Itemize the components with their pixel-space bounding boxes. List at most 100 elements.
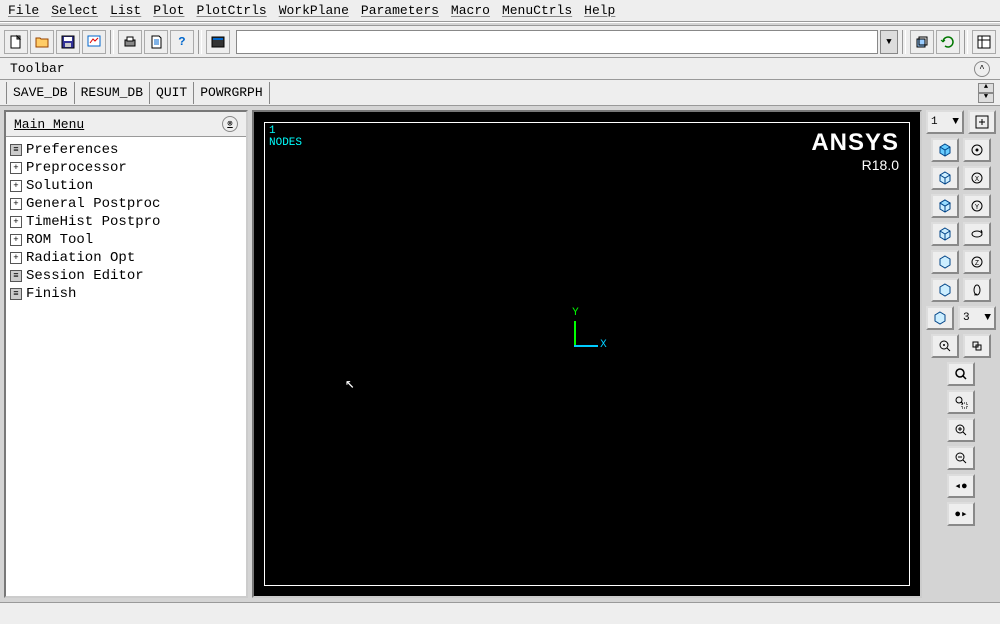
main-menu-panel: Main Menu ⊗ ≡Preferences +Preprocessor +… [4, 110, 248, 598]
tree-preprocessor[interactable]: +Preprocessor [8, 159, 244, 177]
tree-label: ROM Tool [26, 232, 93, 248]
rate-toggle-button[interactable] [963, 334, 991, 358]
view-toolbar: 1▼ X Y Z 3▼ [926, 110, 996, 598]
front-view-button[interactable] [931, 166, 959, 190]
active-window-select[interactable]: 1▼ [926, 110, 964, 134]
main-menu-header: Main Menu ⊗ [6, 112, 246, 137]
main-menu-tree: ≡Preferences +Preprocessor +Solution +Ge… [6, 137, 246, 596]
menu-menuctrls[interactable]: MenuCtrls [502, 3, 572, 18]
toolbar-scroll[interactable]: ▲▼ [978, 83, 994, 103]
print-button[interactable] [118, 30, 142, 54]
graphics-inner: 1 NODES ANSYS R18.0 Y X ↖ [264, 122, 910, 586]
reset-picking-button[interactable] [936, 30, 960, 54]
powrgrph-button[interactable]: POWRGRPH [194, 82, 269, 104]
main-menu-title: Main Menu [14, 117, 84, 132]
leaf-icon: ≡ [10, 288, 22, 300]
menu-parameters[interactable]: Parameters [361, 3, 439, 18]
tree-label: TimeHist Postpro [26, 214, 160, 230]
open-button[interactable] [30, 30, 54, 54]
raise-hidden-button[interactable] [910, 30, 934, 54]
quit-button[interactable]: QUIT [150, 82, 194, 104]
menu-help[interactable]: Help [584, 3, 615, 18]
rotate-y-button[interactable]: Y [963, 194, 991, 218]
window-select-value: 1 [931, 116, 938, 128]
menu-plot[interactable]: Plot [153, 3, 184, 18]
fit-view-button[interactable] [968, 110, 996, 134]
tree-session-editor[interactable]: ≡ Session Editor [8, 267, 244, 285]
content-area: Main Menu ⊗ ≡Preferences +Preprocessor +… [0, 106, 1000, 602]
iso-view-button[interactable] [931, 138, 959, 162]
chevron-down-icon: ▼ [952, 116, 959, 128]
top-view-button[interactable] [931, 222, 959, 246]
toolbar-label: Toolbar [10, 61, 65, 76]
menu-workplane[interactable]: WorkPlane [279, 3, 349, 18]
y-axis-label: Y [572, 307, 579, 319]
rotate-neg-z-button[interactable] [963, 278, 991, 302]
expand-icon: + [10, 216, 22, 228]
command-input[interactable] [236, 30, 878, 54]
pan-left-button[interactable]: ◂● [947, 474, 975, 498]
tree-solution[interactable]: +Solution [8, 177, 244, 195]
chevron-down-icon: ▼ [984, 312, 991, 324]
tree-finish[interactable]: ≡Finish [8, 285, 244, 303]
tree-preferences[interactable]: ≡Preferences [8, 141, 244, 159]
tree-label: General Postproc [26, 196, 160, 212]
left-view-button[interactable] [931, 278, 959, 302]
expand-icon: + [10, 234, 22, 246]
expand-icon: + [10, 180, 22, 192]
tree-label: Session Editor [26, 268, 144, 284]
back-view-button[interactable] [931, 250, 959, 274]
new-button[interactable] [4, 30, 28, 54]
tree-rom-tool[interactable]: + ROM Tool [8, 231, 244, 249]
pan-right-button[interactable]: ●▸ [947, 502, 975, 526]
resumdb-button[interactable]: RESUM_DB [75, 82, 150, 104]
tree-radiation-opt[interactable]: + Radiation Opt [8, 249, 244, 267]
help-button[interactable]: ? [170, 30, 194, 54]
graphics-window[interactable]: 1 NODES ANSYS R18.0 Y X ↖ [252, 110, 922, 598]
menu-select[interactable]: Select [51, 3, 98, 18]
abbrev-toolbar: SAVE_DB RESUM_DB QUIT POWRGRPH ▲▼ [0, 80, 1000, 106]
zoom-out-button[interactable] [947, 446, 975, 470]
window-number: 1 [269, 125, 276, 137]
menu-macro[interactable]: Macro [451, 3, 490, 18]
menu-list[interactable]: List [110, 3, 141, 18]
toolbar-divider [902, 30, 906, 54]
tree-label: Radiation Opt [26, 250, 135, 266]
plot-label: NODES [269, 137, 302, 149]
toolbar-divider [110, 30, 114, 54]
savedb-button[interactable]: SAVE_DB [6, 82, 75, 104]
toolbar-label-row: Toolbar ^ [0, 58, 1000, 80]
menu-file[interactable]: File [8, 3, 39, 18]
box-zoom-button[interactable] [947, 390, 975, 414]
rotate-neg-y-button[interactable] [963, 222, 991, 246]
dynamic-mode-button[interactable] [931, 334, 959, 358]
zoom-button[interactable] [947, 362, 975, 386]
rotate-z-button[interactable]: Z [963, 250, 991, 274]
bottom-view-button[interactable] [926, 306, 954, 330]
save-button[interactable] [56, 30, 80, 54]
mainmenu-collapse-button[interactable]: ⊗ [222, 116, 238, 132]
right-view-button[interactable] [931, 194, 959, 218]
contact-manager-button[interactable] [972, 30, 996, 54]
y-axis [574, 321, 576, 345]
menu-plotctrls[interactable]: PlotCtrls [196, 3, 266, 18]
report-button[interactable] [144, 30, 168, 54]
input-window-button[interactable] [206, 30, 230, 54]
command-history-dropdown[interactable]: ▼ [880, 30, 898, 54]
expand-icon: + [10, 252, 22, 264]
expand-icon: + [10, 162, 22, 174]
tree-general-postproc[interactable]: +General Postproc [8, 195, 244, 213]
status-bar [0, 602, 1000, 624]
oblique-view-button[interactable] [963, 138, 991, 162]
panzoom-button[interactable] [82, 30, 106, 54]
version-label: R18.0 [862, 157, 899, 173]
zoom-in-button[interactable] [947, 418, 975, 442]
rotate-x-button[interactable]: X [963, 166, 991, 190]
rate-select[interactable]: 3▼ [958, 306, 996, 330]
ansys-logo: ANSYS [811, 129, 899, 157]
leaf-icon: ≡ [10, 270, 22, 282]
triangle-right-icon: ●▸ [954, 507, 967, 521]
tree-timehist-postpro[interactable]: + TimeHist Postpro [8, 213, 244, 231]
menu-bar: File Select List Plot PlotCtrls WorkPlan… [0, 0, 1000, 22]
toolbar-collapse-button[interactable]: ^ [974, 61, 990, 77]
